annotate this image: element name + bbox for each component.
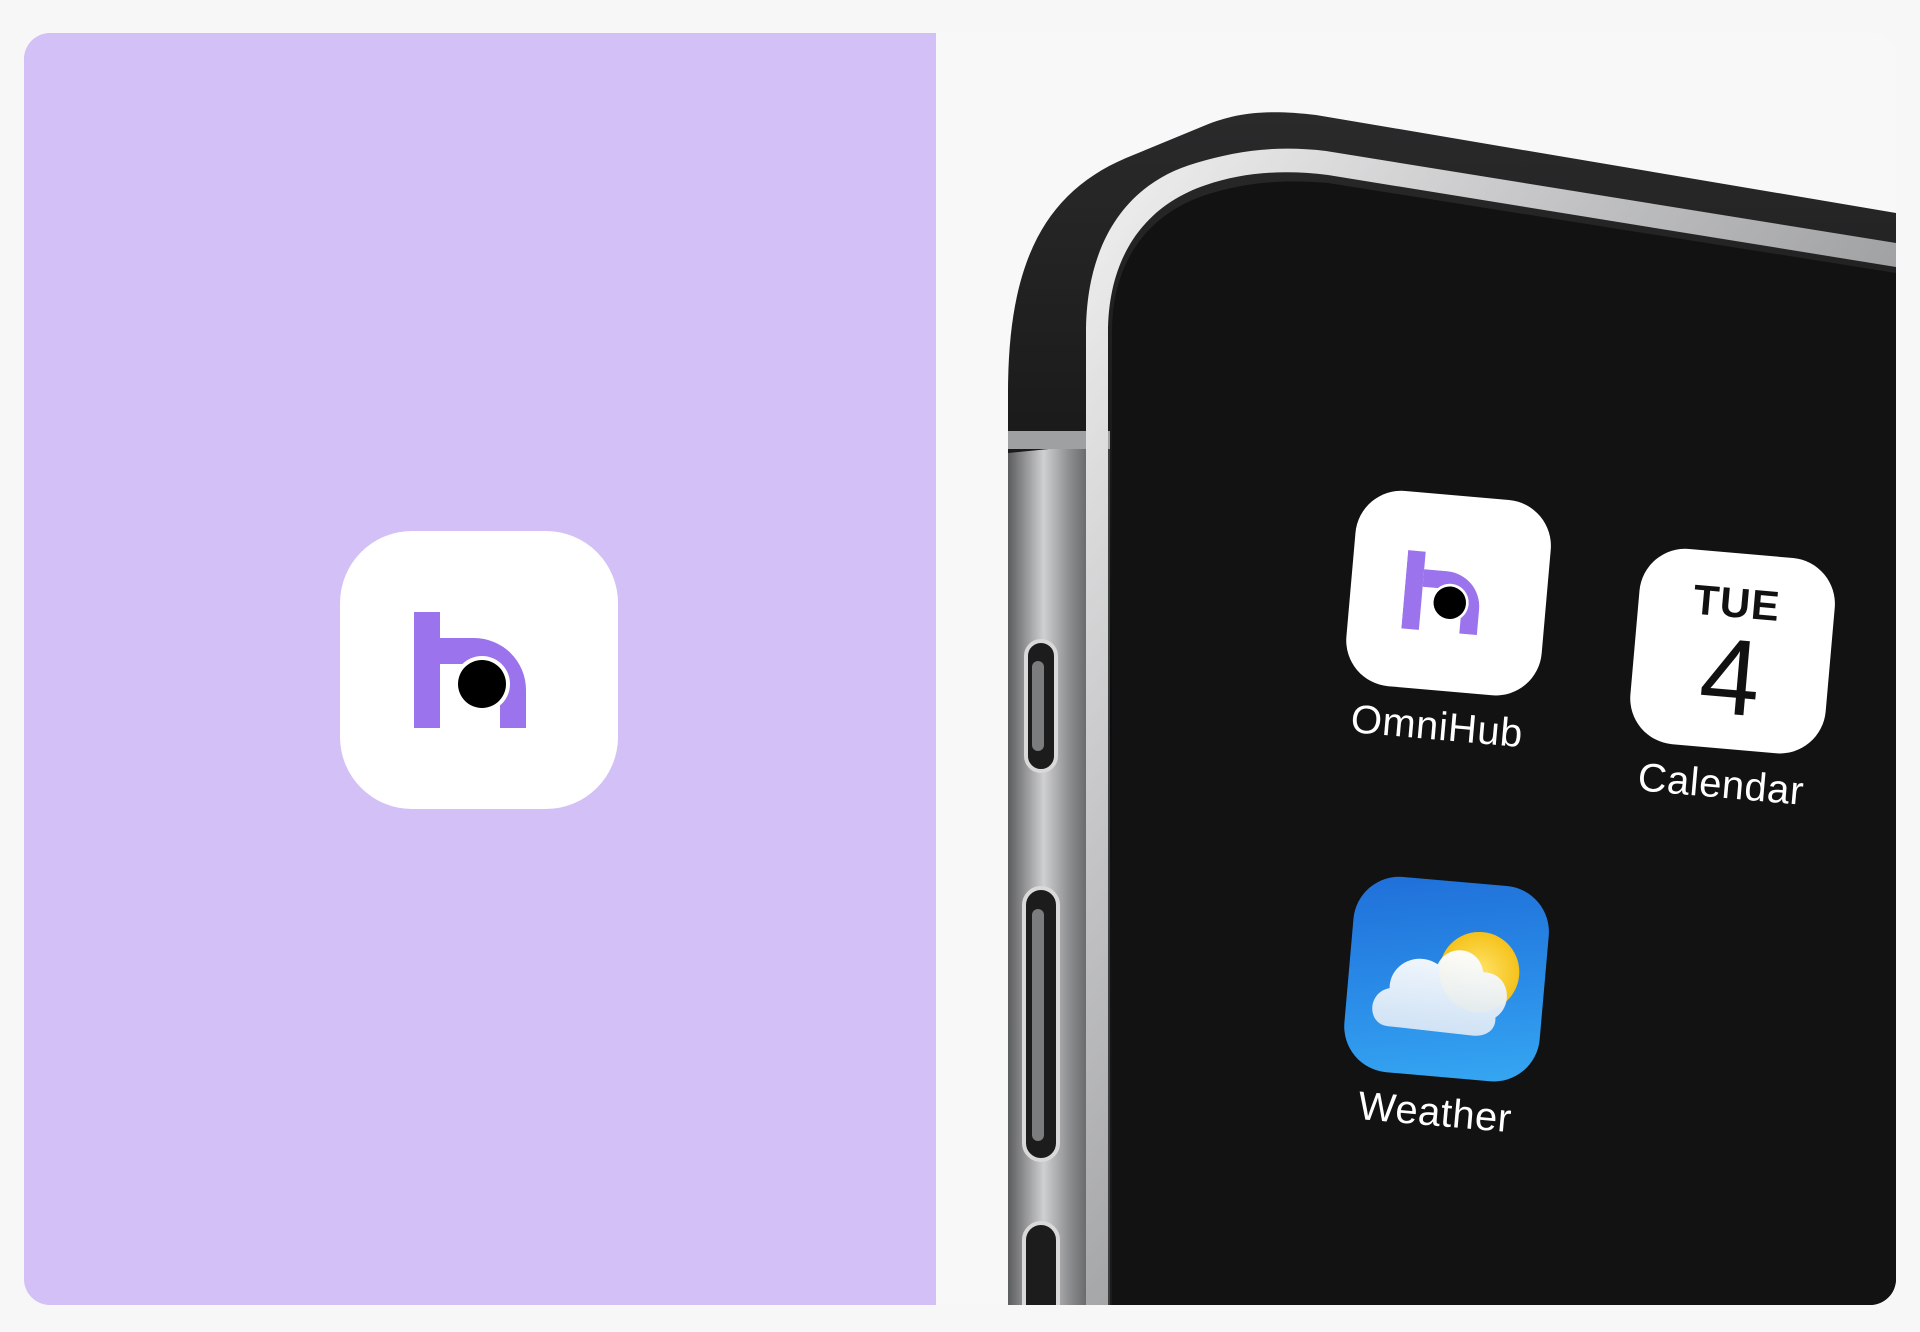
weather-app[interactable]: Weather	[1335, 872, 1553, 1144]
calendar-date: 4	[1695, 613, 1766, 740]
omnihub-app-icon-large	[340, 531, 618, 809]
omnihub-logo-icon	[1401, 550, 1480, 635]
omnihub-logo-icon	[414, 612, 526, 728]
showcase-frame: OmniHub TUE 4 Calendar Weather	[24, 33, 1896, 1305]
weather-cloud-sun-icon[interactable]	[1340, 872, 1553, 1086]
phone-panel: OmniHub TUE 4 Calendar Weather	[936, 33, 1896, 1305]
brand-panel	[24, 33, 936, 1305]
weather-cloud-sun-icon-art	[1372, 931, 1520, 1036]
calendar-icon[interactable]: TUE 4	[1626, 544, 1839, 758]
calendar-app[interactable]: TUE 4 Calendar	[1621, 544, 1839, 816]
omnihub-app-icon[interactable]	[1342, 486, 1555, 700]
omnihub-app[interactable]: OmniHub	[1337, 486, 1555, 758]
